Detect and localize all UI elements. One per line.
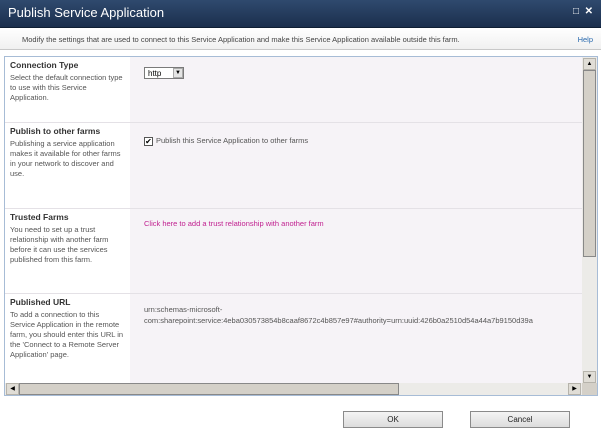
chevron-down-icon: ▼ — [173, 68, 183, 78]
help-link[interactable]: Help — [578, 35, 593, 44]
section-title: Published URL — [10, 297, 71, 307]
section-title: Connection Type — [10, 60, 79, 70]
scroll-left-icon[interactable]: ◀ — [6, 383, 19, 395]
section-trusted-farms: Trusted Farms You need to set up a trust … — [5, 209, 582, 294]
close-icon[interactable]: ✕ — [585, 6, 593, 17]
section-description: Select the default connection type to us… — [10, 73, 123, 102]
section-publish: Publish to other farms Publishing a servi… — [5, 123, 582, 209]
section-description: To add a connection to this Service Appl… — [10, 310, 124, 359]
checkbox-label: Publish this Service Application to othe… — [156, 136, 309, 145]
description-bar: Modify the settings that are used to con… — [0, 28, 601, 50]
vertical-scroll-thumb[interactable] — [583, 70, 596, 257]
settings-panel: Connection Type Select the default connec… — [4, 56, 598, 396]
maximize-icon[interactable]: □ — [573, 6, 579, 17]
section-published-url: Published URL To add a connection to this… — [5, 294, 597, 384]
published-url-line2: com:sharepoint:service:4eba030573854b8ca… — [144, 316, 533, 325]
horizontal-scrollbar[interactable]: ◀ ▶ — [5, 383, 582, 395]
dialog-title: Publish Service Application — [8, 5, 165, 20]
description-text: Modify the settings that are used to con… — [22, 35, 460, 44]
scroll-up-icon[interactable]: ▲ — [583, 58, 596, 70]
section-title: Publish to other farms — [10, 126, 101, 136]
scroll-right-icon[interactable]: ▶ — [568, 383, 581, 395]
publish-checkbox[interactable]: ✔ — [144, 136, 153, 146]
connection-type-select[interactable]: http ▼ — [144, 67, 184, 79]
section-description: You need to set up a trust relationship … — [10, 225, 109, 264]
section-connection-type: Connection Type Select the default connec… — [5, 57, 582, 123]
cancel-button[interactable]: Cancel — [470, 411, 570, 428]
published-url-line1: urn:schemas-microsoft- — [144, 305, 223, 314]
title-bar: Publish Service Application □ ✕ — [0, 0, 601, 28]
add-trust-link[interactable]: Click here to add a trust relationship w… — [144, 219, 324, 228]
ok-button[interactable]: OK — [343, 411, 443, 428]
horizontal-scroll-thumb[interactable] — [19, 383, 399, 395]
vertical-scrollbar[interactable]: ▲ ▼ — [582, 57, 597, 384]
scroll-corner — [582, 383, 597, 395]
section-description: Publishing a service application makes i… — [10, 139, 121, 178]
select-value: http — [148, 68, 162, 78]
scroll-down-icon[interactable]: ▼ — [583, 371, 596, 383]
section-title: Trusted Farms — [10, 212, 69, 222]
